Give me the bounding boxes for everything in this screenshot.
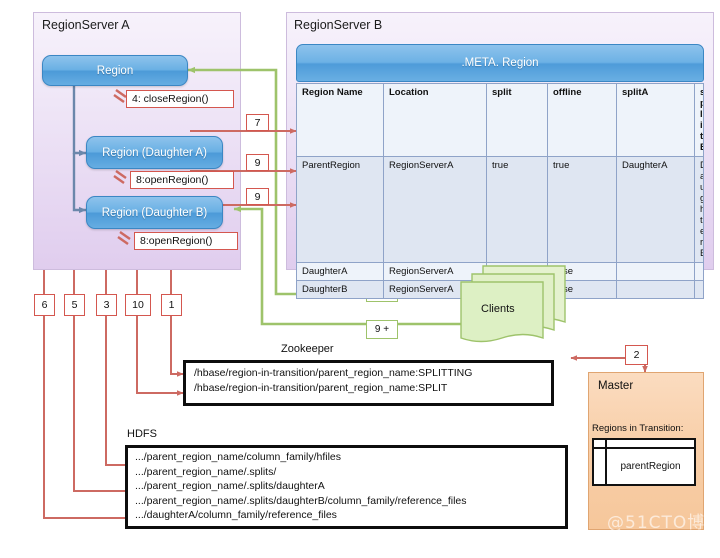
step-label-10-text: 10	[132, 299, 144, 311]
regions-in-transition-label: Regions in Transition:	[592, 423, 684, 434]
col-splita: splitA	[616, 83, 695, 157]
cell-region-name: DaughterA	[296, 262, 384, 281]
col-splitb: splitB	[694, 83, 704, 157]
rit-header-divider	[594, 440, 694, 449]
hdfs-title: HDFS	[127, 428, 157, 440]
cell-split: true	[486, 156, 548, 263]
cell-splitb	[694, 262, 704, 281]
table-row[interactable]: ParentRegion RegionServerA true true Dau…	[296, 156, 704, 263]
hdfs-line-1: .../parent_region_name/column_family/hfi…	[135, 451, 342, 463]
hdfs-box: .../parent_region_name/column_family/hfi…	[125, 445, 568, 529]
hdfs-line-3: .../parent_region_name/.splits/daughterA	[135, 480, 325, 492]
step-label-5: 5	[64, 294, 85, 316]
cell-location: RegionServerA	[383, 280, 487, 299]
col-offline: offline	[547, 83, 617, 157]
cell-offline: false	[547, 280, 617, 299]
cell-region-name: ParentRegion	[296, 156, 384, 263]
zookeeper-title: Zookeeper	[281, 343, 334, 355]
step-label-6: 6	[34, 294, 55, 316]
cell-splita: DaughterA	[616, 156, 695, 263]
region-box-parent[interactable]: Region	[42, 55, 188, 86]
col-split: split	[486, 83, 548, 157]
step-label-10: 10	[125, 294, 151, 316]
step-label-9a-text: 9	[254, 156, 261, 169]
step-label-5-text: 5	[71, 299, 78, 311]
step-label-1-text: 1	[168, 299, 175, 311]
cell-splita	[616, 262, 695, 281]
hdfs-line-2: .../parent_region_name/.splits/	[135, 465, 277, 478]
table-row[interactable]: DaughterB RegionServerA false false	[296, 280, 704, 299]
meta-table: Region Name Location split offline split…	[296, 83, 704, 299]
cell-splita	[616, 280, 695, 299]
region-box-daughter-a[interactable]: Region (Daughter A)	[86, 136, 223, 169]
step-label-3: 3	[96, 294, 117, 316]
callout-close-region: 4: closeRegion()	[126, 90, 234, 108]
callout-open-region-a-label: 8:openRegion()	[136, 174, 209, 186]
hdfs-line-5: .../daughterA/column_family/reference_fi…	[135, 509, 337, 521]
meta-table-wrap: Region Name Location split offline split…	[296, 83, 704, 299]
step-label-7: 7	[246, 114, 269, 131]
cell-splitb: DaughterB	[694, 156, 704, 263]
cell-location: RegionServerA	[383, 156, 487, 263]
zookeeper-line-2: /hbase/region-in-transition/parent_regio…	[194, 381, 448, 394]
step-label-2: 2	[625, 345, 648, 365]
table-header-row: Region Name Location split offline split…	[296, 83, 704, 157]
master-title: Master	[598, 380, 634, 392]
step-label-1: 1	[161, 294, 182, 316]
step-label-3-text: 3	[103, 299, 110, 311]
meta-region-header-label: .META. Region	[461, 57, 539, 69]
col-location: Location	[383, 83, 487, 157]
regions-in-transition-table[interactable]: parentRegion	[592, 438, 696, 486]
rit-entry-label: parentRegion	[620, 461, 681, 472]
cell-region-name: DaughterB	[296, 280, 384, 299]
cell-offline: true	[547, 156, 617, 263]
step-label-9a: 9	[246, 154, 269, 171]
col-region-name: Region Name	[296, 83, 384, 157]
step-label-7-text: 7	[254, 116, 261, 129]
callout-open-region-b: 8:openRegion()	[134, 232, 238, 250]
step-label-6-text: 6	[41, 299, 48, 311]
meta-region-header: .META. Region	[296, 44, 704, 82]
region-box-daughter-b[interactable]: Region (Daughter B)	[86, 196, 223, 229]
step-label-9-plus: 9 +	[366, 320, 398, 339]
zookeeper-line-1: /hbase/region-in-transition/parent_regio…	[194, 367, 473, 379]
regionserver-b-title: RegionServer B	[294, 18, 383, 32]
step-label-2-text: 2	[633, 349, 640, 361]
clients-label: Clients	[481, 303, 515, 315]
cell-splitb	[694, 280, 704, 299]
step-label-9b: 9	[246, 188, 269, 205]
rit-entry-cell: parentRegion	[594, 440, 694, 484]
callout-open-region-a: 8:openRegion()	[130, 171, 234, 189]
cell-split: false	[486, 262, 548, 281]
watermark: @51CTO博客	[607, 513, 706, 558]
table-row[interactable]: DaughterA RegionServerA false false	[296, 262, 704, 281]
zookeeper-box: /hbase/region-in-transition/parent_regio…	[183, 360, 554, 406]
regionserver-a-title: RegionServer A	[42, 18, 130, 32]
cell-location: RegionServerA	[383, 262, 487, 281]
region-box-daughter-a-label: Region (Daughter A)	[102, 146, 207, 159]
hdfs-line-4: .../parent_region_name/.splits/daughterB…	[135, 494, 467, 507]
cell-split: false	[486, 280, 548, 299]
cell-offline: false	[547, 262, 617, 281]
callout-open-region-b-label: 8:openRegion()	[140, 235, 213, 247]
region-box-parent-label: Region	[96, 64, 134, 77]
step-label-9b-text: 9	[254, 190, 261, 203]
step-label-9-plus-text: 9 +	[374, 324, 390, 335]
region-box-daughter-b-label: Region (Daughter B)	[101, 206, 208, 219]
callout-close-region-label: 4: closeRegion()	[132, 93, 209, 105]
